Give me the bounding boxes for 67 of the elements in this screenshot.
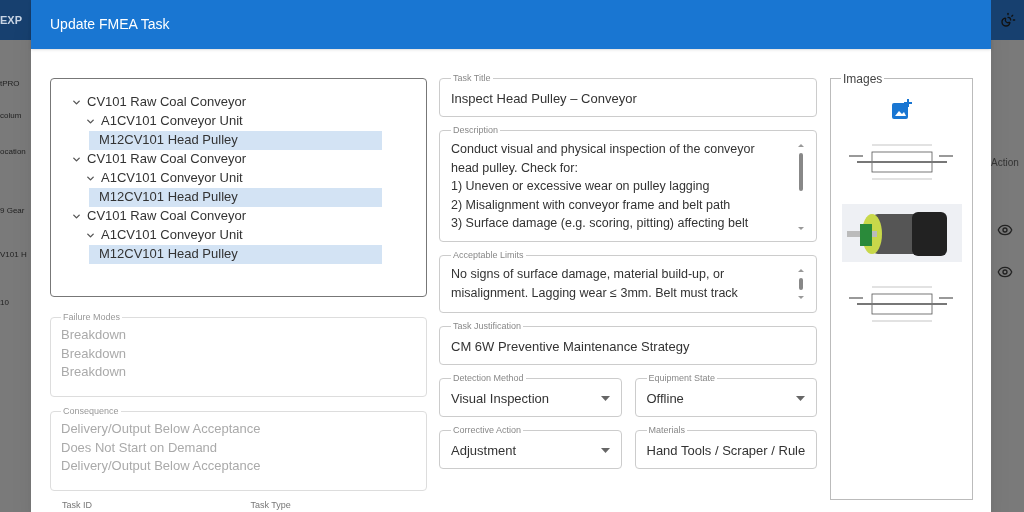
scrollbar-icon[interactable] bbox=[797, 143, 805, 233]
field-label: Task ID bbox=[61, 498, 93, 512]
pulley-drawing[interactable] bbox=[841, 203, 962, 262]
tree-item[interactable]: A1CV101 Conveyor Unit bbox=[51, 225, 426, 245]
field-value: Inspect Head Pulley – Conveyor bbox=[451, 90, 638, 108]
tree-item[interactable]: CV101 Raw Coal Conveyor bbox=[51, 206, 426, 226]
tree-item[interactable]: A1CV101 Conveyor Unit bbox=[51, 168, 426, 188]
view-icon[interactable] bbox=[997, 264, 1013, 280]
text-line: No signs of surface damage, material build-up, or bbox=[451, 266, 726, 283]
add-image-icon[interactable] bbox=[890, 97, 913, 120]
text-area[interactable] bbox=[439, 123, 817, 242]
panel-title: Images bbox=[842, 70, 884, 88]
field-label: Corrective Action bbox=[452, 423, 523, 437]
field-value: Visual Inspection bbox=[451, 390, 551, 408]
column-header: Action bbox=[991, 156, 1020, 170]
list-text: Breakdown bbox=[61, 326, 128, 344]
field-label: Task Title bbox=[452, 71, 492, 85]
field-label: Description bbox=[452, 123, 500, 137]
tree-item[interactable]: CV101 Raw Coal Conveyor bbox=[51, 149, 426, 169]
list-text: Does Not Start on Demand bbox=[61, 438, 219, 457]
select-field[interactable]: Equipment State Offline bbox=[634, 371, 817, 417]
dropdown-arrow-icon[interactable] bbox=[796, 396, 805, 402]
tree-item[interactable]: M12CV101 Head Pulley bbox=[89, 187, 382, 207]
tree-item[interactable]: CV101 Raw Coal Conveyor bbox=[51, 92, 426, 112]
dialog-title: Update FMEA Task bbox=[50, 14, 170, 34]
table-text: tPRO bbox=[0, 78, 21, 90]
select-field[interactable]: Corrective Action Adjustment bbox=[439, 423, 622, 469]
input-field[interactable]: Task Justification CM 6W Preventive Maintenance Strategy bbox=[439, 319, 817, 365]
text-line: head pulley. Check for: bbox=[451, 159, 579, 177]
view-icon[interactable] bbox=[997, 222, 1013, 238]
field-value: Adjustment bbox=[451, 442, 518, 460]
field-label: Consequence bbox=[62, 404, 120, 418]
dropdown-arrow-icon[interactable] bbox=[600, 396, 610, 402]
field-label: Materials bbox=[647, 423, 686, 437]
list-text: Delivery/Output Below Acceptance bbox=[61, 457, 262, 475]
text-line: 1) Uneven or excessive wear on pulley lagging bbox=[451, 178, 711, 195]
field-label: Failure Modes bbox=[62, 310, 122, 324]
table-text: 10 bbox=[0, 297, 10, 309]
table-text: ocation bbox=[0, 146, 27, 158]
text-line: 3) Surface damage (e.g. scoring, pitting) affecting belt bbox=[451, 215, 750, 232]
tree-item[interactable]: M12CV101 Head Pulley bbox=[89, 244, 382, 264]
input-field[interactable]: Task Title Inspect Head Pulley – Conveyor bbox=[439, 71, 817, 117]
field-label: Detection Method bbox=[452, 371, 525, 385]
text-area[interactable]: Acceptable Limits No signs of surface damage, material build-up, or misalignment. Lagging wear ≤ 3mm. Belt must track bbox=[439, 248, 817, 313]
field-value: CM 6W Preventive Maintenance Strategy bbox=[451, 338, 691, 356]
table-text: V101 H bbox=[0, 249, 28, 261]
field-value: Offline bbox=[646, 390, 685, 408]
list-text: Delivery/Output Below Acceptance bbox=[61, 420, 262, 438]
list-text: Breakdown bbox=[61, 344, 128, 363]
field-label: Acceptable Limits bbox=[452, 248, 525, 262]
scrollbar-icon[interactable] bbox=[797, 268, 805, 302]
field-label: Equipment State bbox=[647, 371, 717, 385]
table-text: colum bbox=[0, 110, 23, 122]
field-label: Task Justification bbox=[452, 319, 523, 333]
text-line: misalignment. Lagging wear ≤ 3mm. Belt must track bbox=[451, 284, 739, 302]
text-line: 2) Misalignment with conveyor frame and belt path bbox=[451, 196, 732, 214]
field-label: Task Type bbox=[249, 498, 292, 512]
select-field[interactable]: Detection Method Visual Inspection bbox=[439, 371, 622, 417]
text-line: Conduct visual and physical inspection of the conveyor bbox=[451, 141, 756, 158]
table-text: 9 Gear bbox=[0, 205, 26, 217]
input-field[interactable]: Materials Hand Tools / Scraper / Rule bbox=[634, 423, 817, 469]
list-text: Breakdown bbox=[61, 363, 128, 381]
tree-item[interactable]: M12CV101 Head Pulley bbox=[89, 130, 382, 150]
field-value: Hand Tools / Scraper / Rule bbox=[646, 442, 806, 460]
dropdown-arrow-icon[interactable] bbox=[600, 448, 610, 454]
tree-item[interactable]: A1CV101 Conveyor Unit bbox=[51, 111, 426, 131]
app-title: EXP bbox=[0, 12, 22, 28]
